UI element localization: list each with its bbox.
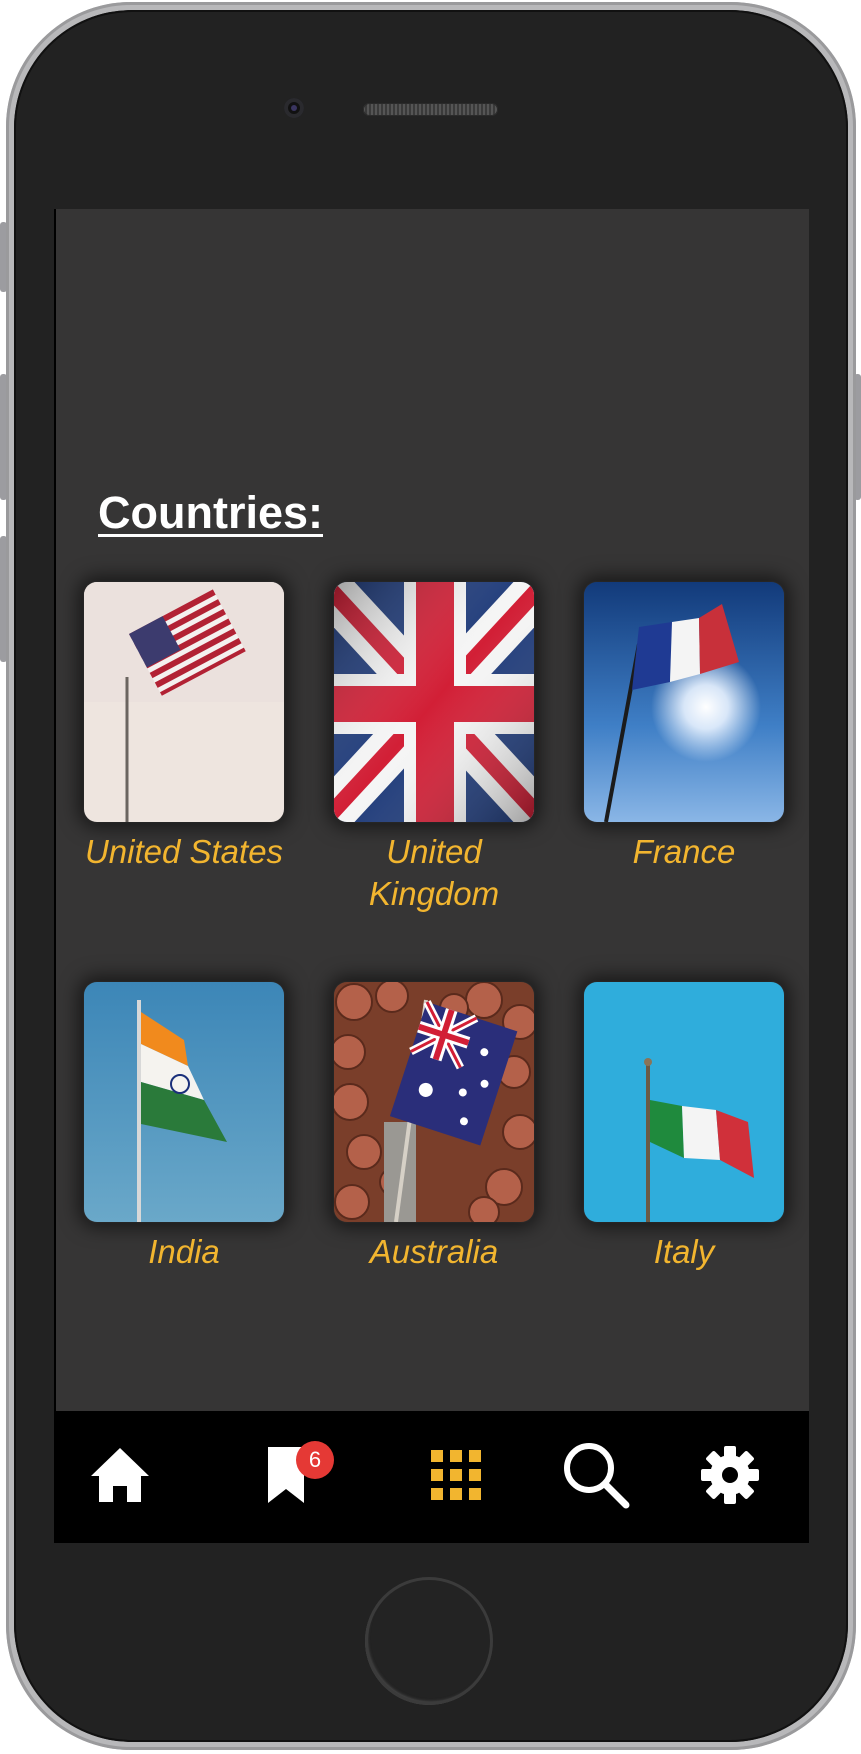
tab-settings[interactable] (680, 1411, 780, 1543)
earpiece-speaker (363, 103, 498, 116)
home-hardware-button[interactable] (365, 1577, 493, 1705)
country-card-australia[interactable]: Australia (321, 982, 547, 1273)
country-card-united-kingdom[interactable]: United Kingdom (321, 582, 547, 915)
country-label: India (148, 1233, 220, 1270)
country-card-italy[interactable]: Italy (571, 982, 797, 1273)
page-title: Countries: (98, 487, 323, 538)
us-flag-image (84, 582, 284, 822)
country-label: Italy (653, 1233, 715, 1270)
tab-apps[interactable] (406, 1411, 506, 1543)
front-camera (284, 98, 304, 118)
country-card-france[interactable]: France (571, 582, 797, 873)
country-card-india[interactable]: India (71, 982, 297, 1273)
gear-icon (700, 1445, 760, 1510)
country-label: United Kingdom (368, 833, 500, 912)
uk-flag-image (334, 582, 534, 822)
search-icon (562, 1441, 630, 1514)
country-label: Australia (369, 1233, 499, 1270)
country-card-united-states[interactable]: United States (71, 582, 297, 873)
france-flag-image (584, 582, 784, 822)
grid-icon (431, 1449, 481, 1505)
tab-bookmarks[interactable]: 6 (236, 1411, 336, 1543)
country-label: United States (84, 833, 284, 870)
app-screen: Countries: United States United Kingdom … (54, 209, 809, 1543)
home-icon (89, 1446, 151, 1509)
notification-badge: 6 (296, 1441, 334, 1479)
device-mockup: Countries: United States United Kingdom … (0, 0, 861, 1754)
tab-home[interactable] (70, 1411, 170, 1543)
country-label: France (632, 833, 736, 870)
italy-flag-image (584, 982, 784, 1222)
tab-search[interactable] (546, 1411, 646, 1543)
australia-flag-image (334, 982, 534, 1222)
india-flag-image (84, 982, 284, 1222)
bottom-tab-bar: 6 (56, 1411, 809, 1543)
